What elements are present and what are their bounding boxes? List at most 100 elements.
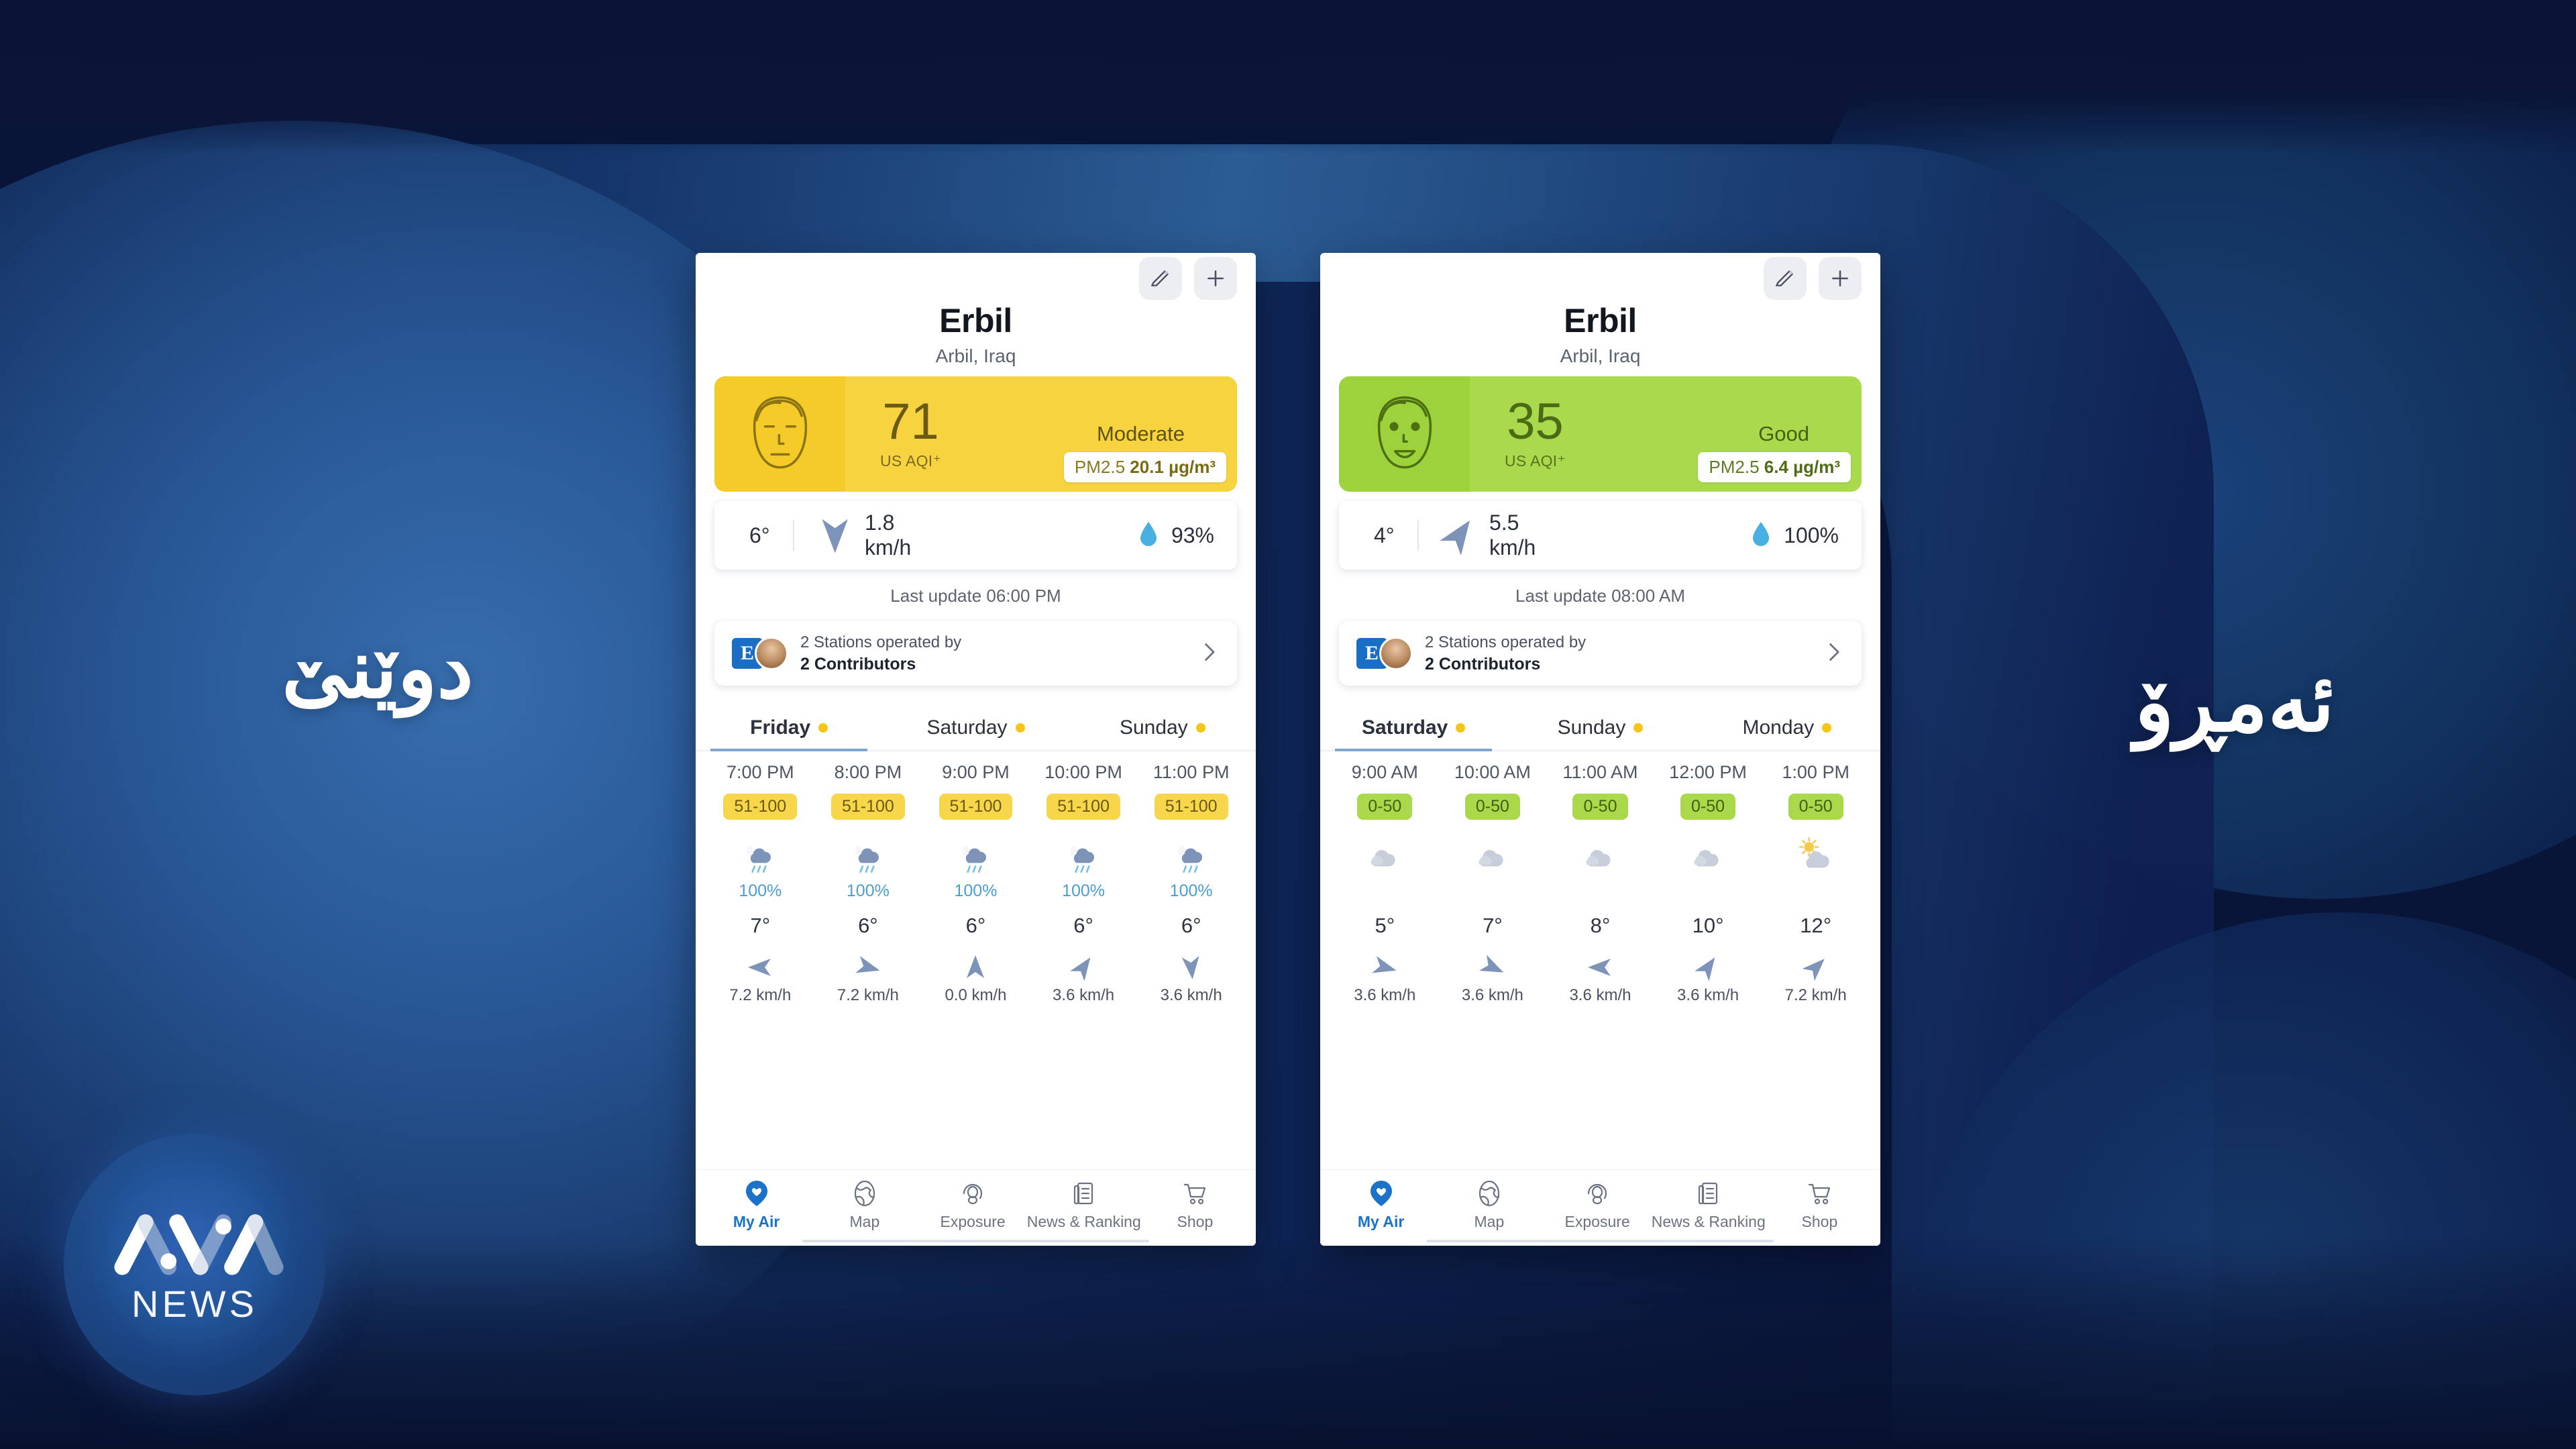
nav-item-exposure[interactable]: Exposure: [1544, 1179, 1652, 1231]
hourly-temp: 6°: [965, 914, 986, 937]
aqi-panel[interactable]: 35 US AQI⁺ Good PM2.5 6.4 µg/m³: [1339, 376, 1862, 492]
stations-line-1: 2 Stations operated by: [1425, 633, 1587, 651]
hourly-wind-arrow-wrap: [855, 953, 880, 982]
hourly-aqi-range: 51-100: [723, 794, 798, 820]
nav-item-my-air[interactable]: My Air: [1327, 1179, 1435, 1231]
stations-row[interactable]: E 2 Stations operated by 2 Contributors: [1339, 621, 1862, 686]
phone-card-today: Erbil Arbil, Iraq 35 US AQI⁺ Good PM2.5 6.4 µ…: [1320, 253, 1880, 1246]
hourly-wind: 3.6 km/h: [1354, 986, 1416, 1004]
nav-item-shop[interactable]: Shop: [1766, 1179, 1874, 1231]
wind-arrow-icon: [1588, 959, 1611, 976]
hourly-wind: 3.6 km/h: [1053, 986, 1115, 1004]
nav-item-news-ranking[interactable]: News & Ranking: [1652, 1179, 1766, 1231]
hourly-wind-arrow-wrap: [1179, 953, 1203, 982]
stations-line-1: 2 Stations operated by: [800, 633, 962, 651]
stations-line-2: 2 Contributors: [800, 654, 916, 674]
hourly-precip: 100%: [954, 881, 998, 900]
nav-item-label: Shop: [1177, 1213, 1214, 1230]
hourly-weather-icon-wrap: [1362, 832, 1407, 880]
cloudy-icon: [1479, 850, 1503, 867]
hourly-weather-icon-wrap: [1169, 832, 1214, 880]
aqi-panel[interactable]: 71 US AQI⁺ Moderate PM2.5 20.1 µg/m³: [714, 376, 1237, 492]
stations-row[interactable]: E 2 Stations operated by 2 Contributors: [714, 621, 1237, 686]
day-tab-sunday[interactable]: Sunday: [1507, 708, 1693, 750]
hourly-wind: 0.0 km/h: [945, 986, 1007, 1004]
news-icon: [1698, 1182, 1717, 1205]
hourly-aqi-range: 0-50: [1464, 794, 1520, 820]
day-tab-label: Sunday: [1557, 716, 1626, 739]
weather-wind-item: 5.5 km/h: [1439, 511, 1536, 560]
add-plus-icon: [1208, 270, 1224, 286]
nav-item-news-ranking[interactable]: News & Ranking: [1027, 1179, 1141, 1231]
hourly-aqi-range: 0-50: [1357, 794, 1413, 820]
edit-button[interactable]: [1139, 257, 1182, 300]
hourly-precip: 100%: [1169, 881, 1213, 900]
nav-item-label: Shop: [1801, 1213, 1838, 1230]
nav-item-map[interactable]: Map: [1435, 1179, 1543, 1231]
hourly-forecast: 7:00 PM 51-100 100% 7° 7.2 km/h 8:00 PM 51-100…: [696, 751, 1256, 1005]
fingerprint-icon: [963, 1183, 983, 1205]
hourly-wind-arrow-wrap: [1070, 953, 1095, 982]
day-tab-saturday[interactable]: Saturday: [882, 708, 1069, 750]
hourly-wind: 3.6 km/h: [1677, 986, 1739, 1004]
add-button[interactable]: [1194, 257, 1237, 300]
wind-arrow-icon: [1695, 957, 1715, 981]
face-good-icon: [1377, 396, 1432, 469]
day-aqi-dot-icon: [1195, 723, 1205, 733]
weather-wind: 1.8 km/h: [864, 511, 912, 559]
add-button[interactable]: [1819, 257, 1862, 300]
aqi-face-wrap: [714, 376, 845, 492]
edit-button[interactable]: [1764, 257, 1807, 300]
hourly-wind-arrow-wrap: [748, 953, 772, 982]
day-aqi-dot-icon: [818, 723, 828, 733]
hourly-weather-icon-wrap: [953, 832, 998, 880]
aqi-value: 35: [1507, 393, 1564, 451]
day-tab-monday[interactable]: Monday: [1694, 708, 1880, 750]
last-update: Last update 08:00 AM: [1515, 586, 1685, 606]
nav-item-map[interactable]: Map: [810, 1179, 918, 1231]
pin-heart-icon: [745, 1181, 767, 1206]
divider: [792, 520, 794, 551]
ava-monogram-icon: [114, 1214, 284, 1275]
chevron-right-icon: [1829, 643, 1839, 661]
home-indicator: [1320, 1236, 1880, 1246]
stations-avatars: E: [732, 637, 788, 670]
hourly-forecast: 9:00 AM 0-50 5° 3.6 km/h 10:00 AM 0-50 7° 3.6 k…: [1320, 751, 1880, 1005]
day-tab-sunday[interactable]: Sunday: [1069, 708, 1256, 750]
humidity-drop-icon: [1140, 522, 1157, 546]
wind-arrow-icon: [1479, 955, 1504, 973]
hourly-temp: 6°: [858, 914, 878, 937]
nav-item-my-air[interactable]: My Air: [702, 1179, 810, 1231]
bottom-navigation: My Air Map Exposure News & Ranking Shop: [1320, 1169, 1880, 1236]
day-tab-label: Saturday: [926, 716, 1008, 739]
stations-chevron[interactable]: [1201, 641, 1220, 667]
weather-humidity-item: 100%: [1750, 519, 1839, 551]
stations-chevron[interactable]: [1825, 641, 1844, 667]
hourly-wind: 3.6 km/h: [1569, 986, 1631, 1004]
hourly-wind-arrow-wrap: [1802, 953, 1828, 982]
hourly-temp: 12°: [1800, 914, 1832, 937]
wind-arrow-icon: [748, 959, 771, 976]
aqi-panel-wrap: 71 US AQI⁺ Moderate PM2.5 20.1 µg/m³: [696, 367, 1256, 492]
hourly-column: 9:00 PM 51-100 100% 6° 0.0 km/h: [922, 762, 1030, 1005]
hourly-time: 9:00 PM: [942, 762, 1010, 782]
pm25-chip: PM2.5 6.4 µg/m³: [1698, 452, 1851, 482]
phone-card-yesterday: Erbil Arbil, Iraq 71 US AQI⁺ Moderate PM2.5 2…: [696, 253, 1256, 1246]
day-tab-saturday[interactable]: Saturday: [1320, 708, 1507, 751]
rain-night-icon: [747, 845, 771, 873]
stations-line-2: 2 Contributors: [1425, 654, 1541, 674]
day-tab-friday[interactable]: Friday: [696, 708, 882, 751]
hourly-aqi-range: 0-50: [1788, 794, 1843, 820]
hourly-weather-icon-wrap: [1686, 832, 1730, 880]
divider: [1417, 520, 1419, 551]
weather-humidity: 93%: [1171, 523, 1214, 547]
pm25-chip: PM2.5 20.1 µg/m³: [1063, 452, 1226, 482]
hourly-time: 10:00 PM: [1044, 762, 1122, 782]
wind-arrow-icon: [967, 955, 985, 978]
aqi-body: 35 US AQI⁺ Good PM2.5 6.4 µg/m³: [1470, 376, 1862, 492]
nav-item-exposure[interactable]: Exposure: [919, 1179, 1027, 1231]
nav-item-shop[interactable]: Shop: [1141, 1179, 1249, 1231]
hourly-temp: 10°: [1692, 914, 1724, 937]
day-tabs: Saturday Sunday Monday: [1320, 708, 1880, 751]
cloudy-icon: [1586, 850, 1611, 867]
